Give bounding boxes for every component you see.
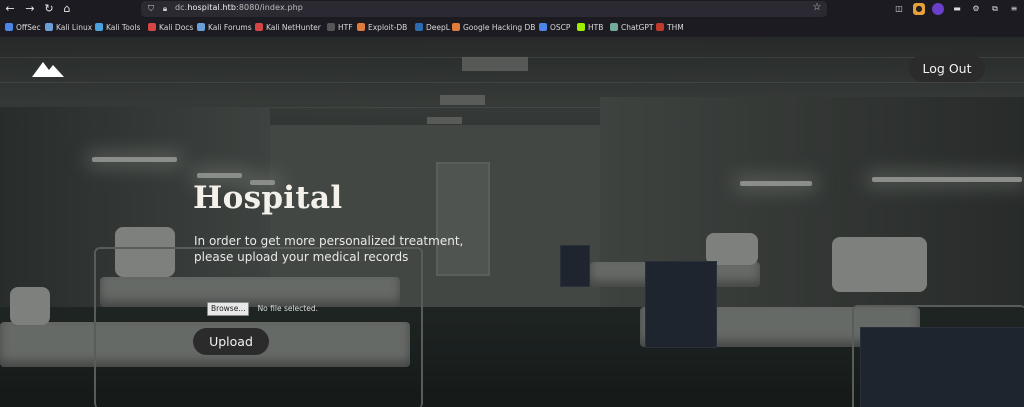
url-text[interactable]: dc.hospital.htb:8080/index.php (175, 3, 303, 12)
bookmark-item[interactable]: OSCP (539, 22, 570, 34)
page-title: Hospital (193, 180, 343, 216)
extension-icon[interactable]: ● (913, 3, 925, 15)
bookmark-item[interactable]: Kali Tools (95, 22, 140, 34)
bookmark-favicon-icon (148, 23, 156, 31)
bookmark-item[interactable]: Google Hacking DB (452, 22, 535, 34)
bookmark-label: OffSec (16, 23, 41, 32)
bookmark-label: DeepL (426, 23, 450, 32)
url-bar[interactable]: ⛉ 🔒︎ dc.hospital.htb:8080/index.php ☆ (141, 1, 827, 17)
bookmark-item[interactable]: OffSec (5, 22, 41, 34)
page-dim-overlay (0, 37, 1024, 407)
bookmark-favicon-icon (610, 23, 618, 31)
bookmark-favicon-icon (5, 23, 13, 31)
extensions-puzzle-icon[interactable]: ⧉ (989, 3, 1001, 15)
bookmark-favicon-icon (577, 23, 585, 31)
browse-button[interactable]: Browse... (207, 302, 250, 316)
bookmark-label: Google Hacking DB (463, 23, 536, 32)
hero-description: In order to get more personalized treatm… (194, 233, 524, 265)
bookmark-item[interactable]: Kali Docs (148, 22, 193, 34)
bookmark-label: Kali Forums (208, 23, 252, 32)
hero-line-1: In order to get more personalized treatm… (194, 234, 464, 248)
bookmark-favicon-icon (415, 23, 423, 31)
hero-line-2: please upload your medical records (194, 250, 409, 264)
bookmark-favicon-icon (45, 23, 53, 31)
page-background: Log Out Hospital In order to get more pe… (0, 37, 1024, 407)
bookmark-item[interactable]: Kali Linux (45, 22, 92, 34)
extension-purple-icon[interactable] (932, 3, 944, 15)
bookmark-favicon-icon (327, 23, 335, 31)
reload-icon[interactable]: ↻ (42, 2, 56, 16)
bookmark-favicon-icon (357, 23, 365, 31)
bookmark-item[interactable]: Kali Forums (197, 22, 252, 34)
bookmark-label: OSCP (550, 23, 571, 32)
bookmark-item[interactable]: HTF (327, 22, 353, 34)
bookmark-star-icon[interactable]: ☆ (812, 3, 822, 13)
bookmark-favicon-icon (539, 23, 547, 31)
bookmark-favicon-icon (197, 23, 205, 31)
url-host-prefix: dc. (175, 3, 188, 12)
mountain-logo-icon[interactable] (32, 59, 64, 77)
bookmark-favicon-icon (95, 23, 103, 31)
forward-icon[interactable]: → (23, 2, 37, 16)
bookmark-label: Kali Linux (56, 23, 93, 32)
pocket-icon[interactable]: ◫ (893, 3, 905, 15)
upload-button[interactable]: Upload (193, 328, 269, 355)
bookmark-item[interactable]: DeepL (415, 22, 450, 34)
bookmark-label: HTB (588, 23, 604, 32)
url-path: :8080/index.php (236, 3, 303, 12)
extension-dark-icon[interactable]: ▬ (951, 3, 963, 15)
bookmark-item[interactable]: Exploit-DB (357, 22, 407, 34)
back-icon[interactable]: ← (3, 2, 17, 16)
file-input[interactable]: Browse... No file selected. (207, 296, 318, 316)
bookmark-item[interactable]: THM (656, 22, 684, 34)
url-host-main: hospital.htb (187, 3, 237, 12)
bookmark-item[interactable]: HTB (577, 22, 603, 34)
bookmark-label: Kali Tools (106, 23, 141, 32)
bookmark-label: Kali Docs (159, 23, 194, 32)
home-icon[interactable]: ⌂ (60, 2, 74, 16)
logout-button[interactable]: Log Out (909, 55, 985, 82)
bookmark-label: THM (667, 23, 684, 32)
bookmark-favicon-icon (255, 23, 263, 31)
file-status-text: No file selected. (257, 304, 318, 313)
bookmark-label: ChatGPT (621, 23, 654, 32)
menu-icon[interactable]: ≡ (1008, 3, 1020, 15)
bookmark-favicon-icon (452, 23, 460, 31)
bookmark-label: HTF (338, 23, 353, 32)
bookmark-favicon-icon (656, 23, 664, 31)
bookmark-label: Exploit-DB (368, 23, 408, 32)
bookmark-item[interactable]: Kali NetHunter (255, 22, 321, 34)
shield-icon[interactable]: ⛉ (146, 4, 156, 14)
bookmark-label: Kali NetHunter (266, 23, 321, 32)
browser-toolbar: ← → ↻ ⌂ ⛉ 🔒︎ dc.hospital.htb:8080/index.… (0, 0, 1024, 19)
bookmarks-bar: OffSec Kali Linux Kali Tools Kali Docs Kali … (0, 19, 1024, 38)
lock-icon[interactable]: 🔒︎ (160, 4, 170, 14)
settings-icon[interactable]: ⚙ (970, 3, 982, 15)
bookmark-item[interactable]: ChatGPT (610, 22, 653, 34)
